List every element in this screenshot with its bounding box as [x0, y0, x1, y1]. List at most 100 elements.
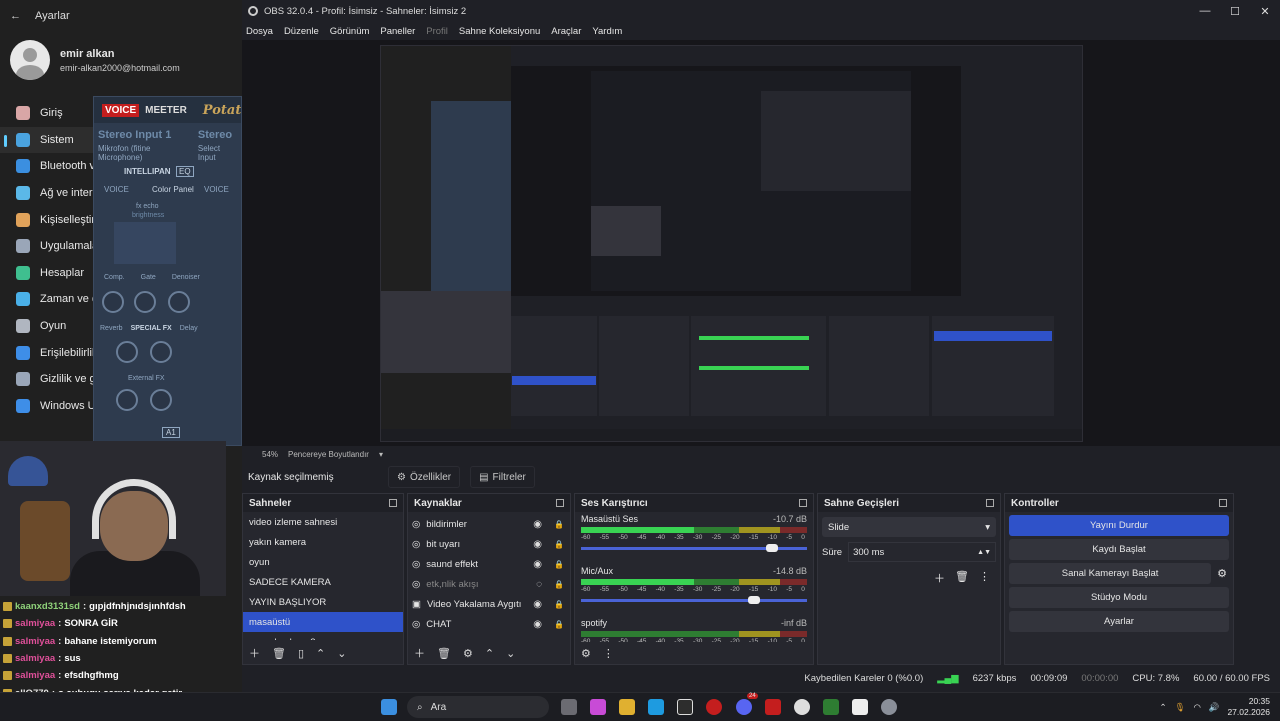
obs-preview[interactable] [242, 40, 1280, 446]
lock-icon[interactable]: 🔒 [554, 620, 564, 629]
volume-thumb[interactable] [748, 596, 761, 604]
scene-item[interactable]: SADECE KAMERA [243, 572, 403, 592]
maximize-icon[interactable]: ☐ [1220, 0, 1250, 22]
zoom-level[interactable]: 54% [262, 450, 278, 459]
scene-filter-icon[interactable]: ▯ [298, 647, 304, 660]
menu-1[interactable]: Düzenle [284, 26, 319, 37]
eye-icon[interactable]: ◉ [533, 599, 542, 610]
trash-icon[interactable]: 🗑 [272, 647, 286, 660]
advanced-audio-icon[interactable]: ⚙ [581, 647, 591, 660]
menu-7[interactable]: Yardım [592, 26, 622, 37]
eye-icon[interactable]: ◉ [533, 619, 542, 630]
stop-streaming-button[interactable]: Yayını Durdur [1009, 515, 1229, 536]
close-icon[interactable]: ✕ [1250, 0, 1280, 22]
trash-icon[interactable]: 🗑 [955, 570, 969, 586]
source-item[interactable]: ▭ Ekran Yakalama ◉ 🔒 [408, 634, 570, 641]
comp-knob[interactable] [102, 291, 124, 313]
chevron-down-icon[interactable]: ▾ [379, 450, 383, 459]
start-recording-button[interactable]: Kaydı Başlat [1009, 539, 1229, 560]
volume-thumb[interactable] [766, 544, 779, 552]
discord-icon[interactable] [736, 699, 752, 715]
duration-spinbox[interactable]: 300 ms ▲▼ [848, 542, 996, 562]
lock-icon[interactable]: 🔒 [554, 540, 564, 549]
clock[interactable]: 20:35 27.02.2026 [1227, 696, 1270, 718]
task-view-icon[interactable] [561, 699, 577, 715]
back-arrow-icon[interactable]: ← [10, 10, 21, 22]
move-down-icon[interactable]: ⌄ [337, 647, 346, 660]
source-item[interactable]: ◎ saund effekt ◉ 🔒 [408, 554, 570, 574]
scene-item[interactable]: YAYIN BAŞLIYOR [243, 592, 403, 612]
fit-to-window[interactable]: Pencereye Boyutlandır [288, 450, 369, 459]
eye-hidden-icon[interactable]: ◌ [536, 579, 542, 590]
opera-icon[interactable] [706, 699, 722, 715]
add-source-icon[interactable]: ＋ [414, 645, 425, 661]
minimize-icon[interactable]: — [1190, 0, 1220, 22]
source-item[interactable]: ◎ etk,nlik akışı ◌ 🔒 [408, 574, 570, 594]
lock-icon[interactable]: 🔒 [554, 580, 564, 589]
lock-icon[interactable]: 🔒 [554, 560, 564, 569]
edge-icon[interactable] [648, 699, 664, 715]
undock-icon[interactable] [389, 499, 397, 507]
properties-button[interactable]: ⚙ Özellikler [388, 466, 461, 488]
source-item[interactable]: ◎ CHAT ◉ 🔒 [408, 614, 570, 634]
lock-icon[interactable]: 🔒 [554, 520, 564, 529]
capcut-icon[interactable] [852, 699, 868, 715]
taskbar-search[interactable]: ⌕ Ara [407, 696, 549, 718]
menu-dots-icon[interactable]: ⋮ [603, 647, 614, 660]
preview-canvas[interactable] [380, 45, 1083, 442]
studio-mode-button[interactable]: Stüdyo Modu [1009, 587, 1229, 608]
transition-select[interactable]: Slide ▾ [822, 517, 996, 537]
gear-icon[interactable]: ⚙ [463, 647, 473, 660]
stereo-input-2[interactable]: Stereo Select Input [194, 123, 241, 168]
file-explorer-icon[interactable] [619, 699, 635, 715]
start-icon[interactable] [381, 699, 397, 715]
delay-knob[interactable] [150, 341, 172, 363]
source-item[interactable]: ◎ bildirimler ◉ 🔒 [408, 514, 570, 534]
scene-item[interactable]: oyun [243, 552, 403, 572]
menu-6[interactable]: Araçlar [551, 26, 581, 37]
filters-button[interactable]: ▤ Filtreler [470, 466, 535, 488]
gear-icon[interactable]: ⚙ [1217, 567, 1227, 580]
voicemeeter-icon[interactable] [765, 699, 781, 715]
eye-icon[interactable]: ◉ [533, 559, 542, 570]
volume-slider[interactable] [581, 544, 807, 552]
reverb-knob[interactable] [116, 341, 138, 363]
add-scene-icon[interactable]: ＋ [249, 645, 260, 661]
undock-icon[interactable] [799, 499, 807, 507]
menu-5[interactable]: Sahne Koleksiyonu [459, 26, 540, 37]
color-panel-pad[interactable] [114, 222, 176, 264]
a1-bus-button[interactable]: A1 [162, 427, 180, 438]
microphone-icon[interactable]: 🎙 [1175, 702, 1186, 713]
gate-knob[interactable] [134, 291, 156, 313]
undock-icon[interactable] [556, 499, 564, 507]
scene-item[interactable]: yayın başlıyor 2 [243, 632, 403, 641]
source-item[interactable]: ▣ Video Yakalama Aygıtı ◉ 🔒 [408, 594, 570, 614]
volume-icon[interactable]: 🔊 [1209, 702, 1220, 713]
menu-dots-icon[interactable]: ⋮ [979, 570, 990, 586]
network-icon[interactable]: ◠ [1193, 702, 1200, 713]
settings-icon[interactable] [881, 699, 897, 715]
move-down-icon[interactable]: ⌄ [506, 647, 515, 660]
stereo-input-1[interactable]: Stereo Input 1 Mikrofon (fitine Microphon… [94, 123, 194, 168]
terminal-icon[interactable] [677, 699, 693, 715]
eq-button[interactable]: EQ [176, 166, 194, 177]
scene-item[interactable]: video izleme sahnesi [243, 512, 403, 532]
undock-icon[interactable] [986, 499, 994, 507]
app-icon[interactable] [823, 699, 839, 715]
volume-slider[interactable] [581, 596, 807, 604]
eye-icon[interactable]: ◉ [533, 539, 542, 550]
move-up-icon[interactable]: ⌃ [316, 647, 325, 660]
menu-2[interactable]: Görünüm [330, 26, 370, 37]
menu-4[interactable]: Profil [426, 26, 448, 37]
chevron-up-icon[interactable]: ⌃ [1160, 702, 1167, 713]
add-transition-icon[interactable]: ＋ [934, 570, 945, 586]
scene-item[interactable]: yakın kamera [243, 532, 403, 552]
copilot-icon[interactable] [590, 699, 606, 715]
source-item[interactable]: ◎ bit uyarı ◉ 🔒 [408, 534, 570, 554]
scene-item[interactable]: masaüstü [243, 612, 403, 632]
eye-icon[interactable]: ◉ [533, 639, 542, 641]
menu-3[interactable]: Paneller [380, 26, 415, 37]
menu-0[interactable]: Dosya [246, 26, 273, 37]
undock-icon[interactable] [1219, 499, 1227, 507]
denoiser-knob[interactable] [168, 291, 190, 313]
